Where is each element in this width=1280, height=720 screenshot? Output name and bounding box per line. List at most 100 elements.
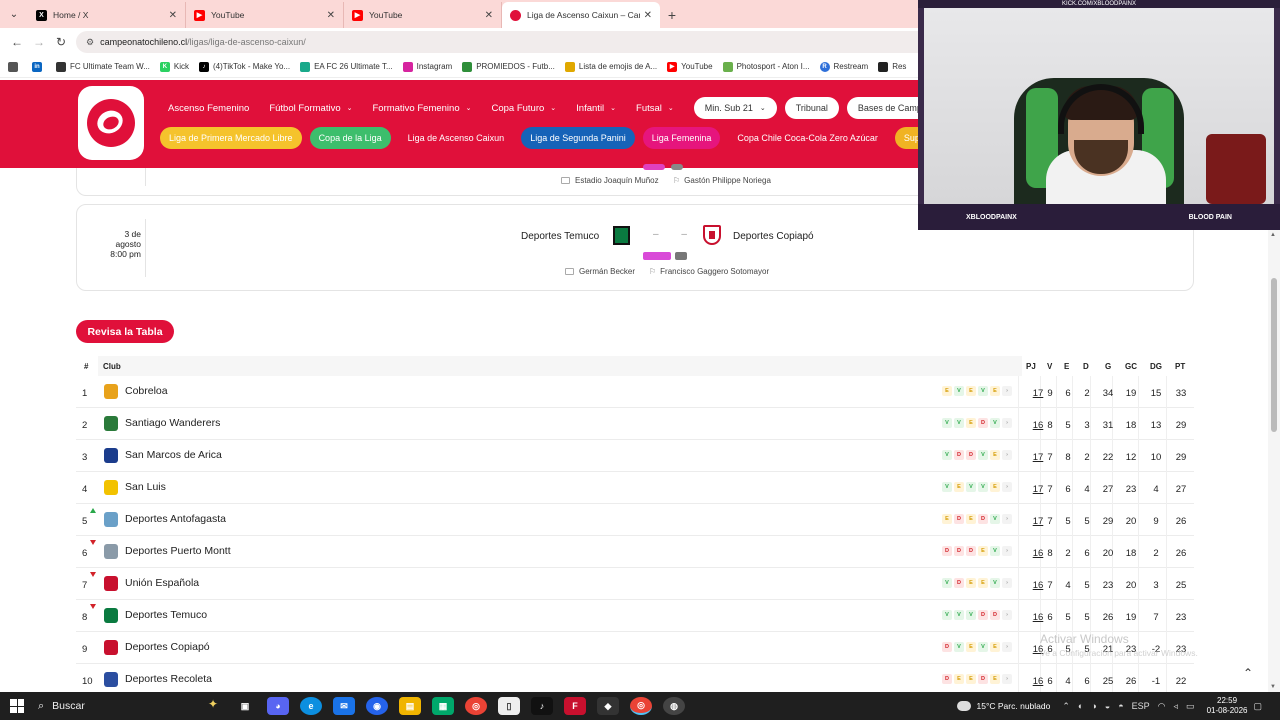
form-more-icon[interactable]: ›: [1002, 450, 1012, 460]
reload-icon[interactable]: ↻: [50, 31, 72, 53]
task-view-icon[interactable]: ▣: [234, 697, 256, 715]
club-name[interactable]: Deportes Recoleta: [125, 673, 212, 685]
tray-chevron-icon[interactable]: ⌃: [1062, 701, 1070, 712]
tab-liga-ascenso[interactable]: Liga de Ascenso Caixun – Camp ✕: [502, 2, 660, 28]
close-tab-icon[interactable]: ✕: [485, 10, 493, 21]
nav-futbol-formativo[interactable]: Fútbol Formativo ⌄: [269, 103, 352, 114]
notepad-icon[interactable]: ▯: [498, 697, 520, 715]
file-explorer-icon[interactable]: ▤: [399, 697, 421, 715]
close-tab-icon[interactable]: ✕: [169, 10, 177, 21]
table-row[interactable]: 4 San Luis V E V V E › 17 7 6 4 27 23 4 27: [76, 472, 1194, 504]
bookmark-item[interactable]: R Restream: [819, 61, 868, 72]
tray-app-icon[interactable]: ◐: [1078, 701, 1083, 711]
table-row[interactable]: 7 Unión Española V D E E V › 16 7 4 5 23 20 3 25: [76, 568, 1194, 600]
url-input[interactable]: ⚙ campeonatochileno.cl/ligas/liga-de-asc…: [76, 31, 976, 53]
bookmark-item[interactable]: K Kick: [159, 61, 189, 72]
wifi-icon[interactable]: ◠: [1158, 701, 1166, 712]
league-pill-copa-liga[interactable]: Copa de la Liga: [309, 127, 391, 149]
club-name[interactable]: Deportes Antofagasta: [125, 513, 226, 525]
nav-futsal[interactable]: Futsal ⌄: [636, 103, 674, 114]
language-indicator[interactable]: ESP: [1132, 701, 1150, 711]
nav-ascenso-femenino[interactable]: Ascenso Femenino: [168, 103, 249, 114]
min-sub21-dropdown[interactable]: Min. Sub 21 ⌄: [693, 97, 777, 119]
table-row[interactable]: 6 Deportes Puerto Montt D D D E V › 16 8 2 6 20 18 2 26: [76, 536, 1194, 568]
bookmark-item[interactable]: FC Ultimate Team W...: [56, 61, 150, 72]
form-more-icon[interactable]: ›: [1002, 482, 1012, 492]
bookmark-item[interactable]: Lista de emojis de A...: [564, 61, 657, 72]
tiktok-icon[interactable]: ♪: [531, 697, 553, 715]
scrollbar-thumb[interactable]: [1271, 278, 1277, 432]
form-more-icon[interactable]: ›: [1002, 610, 1012, 620]
outlook-icon[interactable]: ✉: [333, 697, 355, 715]
discord-icon[interactable]: ◕: [267, 697, 289, 715]
close-tab-icon[interactable]: ✕: [327, 10, 335, 21]
table-row[interactable]: 5 Deportes Antofagasta E D E D V › 17 7 5 5 29 20 9 26: [76, 504, 1194, 536]
form-more-icon[interactable]: ›: [1002, 386, 1012, 396]
scroll-down-icon[interactable]: ▼: [1270, 684, 1276, 690]
bookmark-item[interactable]: ♪ (4)TikTok - Make Yo...: [199, 61, 290, 72]
bookmark-item[interactable]: Instagram: [402, 61, 452, 72]
app-icon[interactable]: ◉: [366, 697, 388, 715]
club-name[interactable]: Santiago Wanderers: [125, 417, 220, 429]
bookmark-item[interactable]: ▶ YouTube: [667, 61, 713, 72]
bookmark-item[interactable]: EA FC 26 Ultimate T...: [300, 61, 393, 72]
tab-youtube-1[interactable]: ▶ YouTube ✕: [186, 2, 344, 28]
chrome-active-icon[interactable]: ◎: [630, 697, 652, 715]
fc-app-icon[interactable]: F: [564, 697, 586, 715]
tray-app-icon[interactable]: ◑: [1091, 701, 1096, 711]
table-row[interactable]: 8 Deportes Temuco V V V D D › 16 6 5 5 26 19 7 23: [76, 600, 1194, 632]
league-pill-primera[interactable]: Liga de Primera Mercado Libre: [160, 127, 302, 149]
tribunal-button[interactable]: Tribunal: [784, 97, 839, 119]
league-pill-femenina[interactable]: Liga Femenina: [642, 127, 721, 149]
table-row[interactable]: 9 Deportes Copiapó D V E V E › 16 6 5 5 21 23 -2 23: [76, 632, 1194, 664]
obs-icon[interactable]: ◍: [663, 697, 685, 715]
store-icon[interactable]: ▦: [432, 697, 454, 715]
nav-infantil[interactable]: Infantil ⌄: [576, 103, 616, 114]
weather-widget[interactable]: 15°C Parc. nublado: [956, 701, 1050, 711]
campeonato-logo[interactable]: [78, 86, 144, 160]
nav-formativo-femenino[interactable]: Formativo Femenino ⌄: [372, 103, 471, 114]
club-name[interactable]: San Marcos de Arica: [125, 449, 222, 461]
taskbar-search[interactable]: ⌕ Buscar ✦: [38, 695, 218, 717]
app-diamond-icon[interactable]: ◆: [597, 697, 619, 715]
windows-start-icon[interactable]: [10, 699, 24, 713]
tray-app-icon[interactable]: ◒: [1105, 701, 1110, 711]
club-name[interactable]: Deportes Puerto Montt: [125, 545, 231, 557]
table-row[interactable]: 1 Cobreloa E V E V E › 17 9 6 2 34 19 15 33: [76, 376, 1194, 408]
site-info-icon[interactable]: ⚙: [86, 37, 94, 48]
nav-copa-futuro[interactable]: Copa Futuro ⌄: [491, 103, 556, 114]
club-name[interactable]: Deportes Copiapó: [125, 641, 210, 653]
close-tab-icon[interactable]: ✕: [644, 10, 652, 21]
apps-grid-icon[interactable]: [8, 61, 22, 72]
page-scrollbar[interactable]: ▲ ▼: [1268, 230, 1280, 692]
bookmark-linkedin[interactable]: in: [32, 61, 46, 72]
table-row[interactable]: 3 San Marcos de Arica V D D V E › 17 7 8 2 22 12 10 29: [76, 440, 1194, 472]
form-more-icon[interactable]: ›: [1002, 514, 1012, 524]
battery-icon[interactable]: ▭: [1186, 701, 1195, 712]
clock[interactable]: 22:59 01-08-2026: [1207, 696, 1248, 716]
tab-search-dropdown-icon[interactable]: ⌄: [0, 0, 28, 28]
notification-icon[interactable]: ▢: [1253, 701, 1262, 712]
club-name[interactable]: San Luis: [125, 481, 166, 493]
table-row[interactable]: 2 Santiago Wanderers V V E D V › 16 8 5 3 31 18 13 29: [76, 408, 1194, 440]
scroll-up-icon[interactable]: ▲: [1270, 232, 1276, 238]
tab-home-x[interactable]: X Home / X ✕: [28, 2, 186, 28]
volume-icon[interactable]: ◃: [1174, 701, 1179, 712]
edge-icon[interactable]: e: [300, 697, 322, 715]
league-pill-segunda[interactable]: Liga de Segunda Panini: [521, 127, 635, 149]
form-more-icon[interactable]: ›: [1002, 418, 1012, 428]
forward-icon[interactable]: →: [28, 31, 50, 53]
scroll-top-icon[interactable]: ⌃: [1243, 666, 1253, 680]
club-name[interactable]: Deportes Temuco: [125, 609, 207, 621]
club-name[interactable]: Unión Española: [125, 577, 199, 589]
tray-app-icon[interactable]: ◓: [1118, 701, 1123, 711]
chrome-icon[interactable]: ◎: [465, 697, 487, 715]
back-icon[interactable]: ←: [6, 31, 28, 53]
bookmark-item[interactable]: PROMIEDOS - Futb...: [462, 61, 555, 72]
bookmark-item[interactable]: Photosport - Aton I...: [722, 61, 810, 72]
form-more-icon[interactable]: ›: [1002, 642, 1012, 652]
club-name[interactable]: Cobreloa: [125, 385, 168, 397]
form-more-icon[interactable]: ›: [1002, 674, 1012, 684]
revisa-tabla-button[interactable]: Revisa la Tabla: [76, 320, 174, 343]
form-more-icon[interactable]: ›: [1002, 578, 1012, 588]
